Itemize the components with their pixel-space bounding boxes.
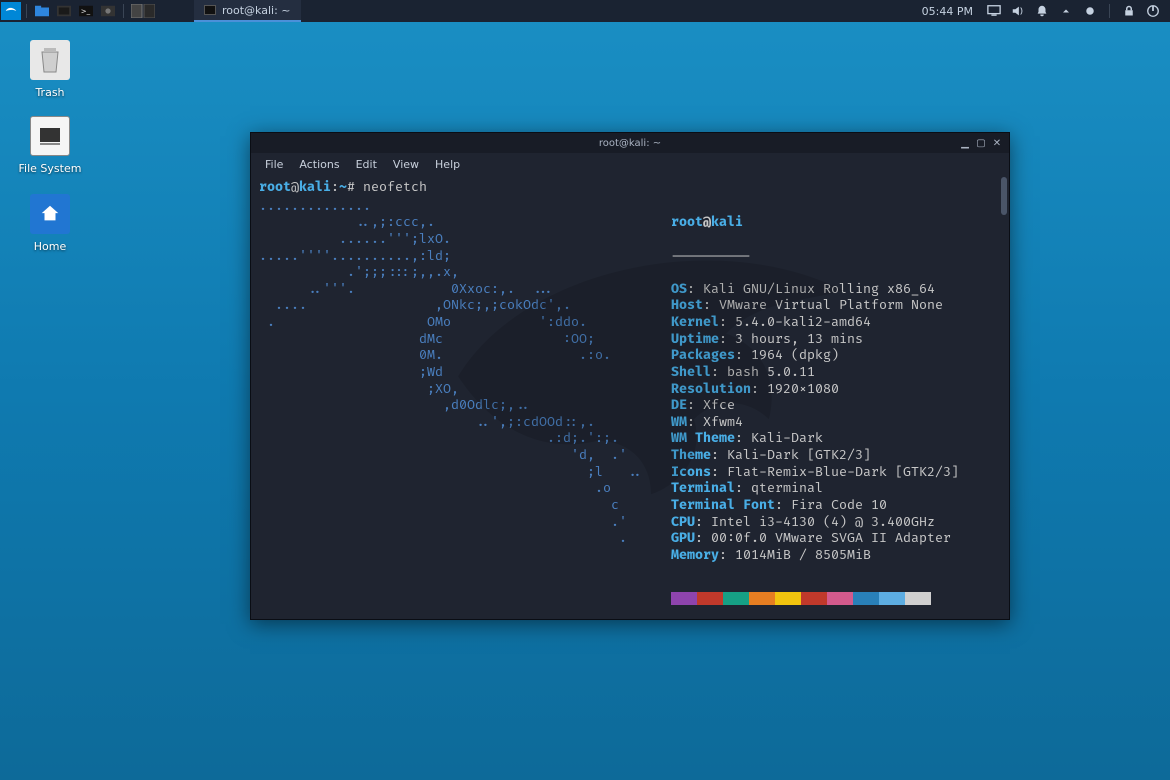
close-button[interactable]: ✕ bbox=[989, 136, 1005, 150]
scrollbar-thumb[interactable] bbox=[1001, 177, 1007, 215]
launcher-files-icon[interactable] bbox=[32, 2, 52, 20]
display-icon[interactable] bbox=[985, 2, 1003, 20]
terminal-window[interactable]: root@kali: ~ ▁ ▢ ✕ File Actions Edit Vie… bbox=[250, 132, 1010, 620]
terminal-body[interactable]: root@kali:~# neofetch .............. ..,… bbox=[251, 175, 1009, 619]
neofetch-row: Resolution: 1920×1080 bbox=[671, 381, 959, 398]
neofetch-output: .............. ..,;:ccc,. ......''';lxO.… bbox=[259, 198, 1001, 619]
minimize-button[interactable]: ▁ bbox=[957, 136, 973, 150]
color-palette bbox=[671, 592, 959, 605]
lock-icon[interactable] bbox=[1120, 2, 1138, 20]
desktop-icon-label: Home bbox=[10, 240, 90, 253]
launcher-misc-icon[interactable] bbox=[98, 2, 118, 20]
color-swatch bbox=[879, 592, 905, 605]
workspace-switcher[interactable] bbox=[129, 2, 157, 20]
neofetch-row: WM Theme: Kali-Dark bbox=[671, 430, 959, 447]
desktop-icon-home[interactable]: Home bbox=[10, 194, 90, 253]
terminal-menubar: File Actions Edit View Help bbox=[251, 153, 1009, 175]
neofetch-row: Packages: 1964 (dpkg) bbox=[671, 347, 959, 364]
desktop-icon-label: Trash bbox=[10, 86, 90, 99]
panel-separator bbox=[123, 4, 124, 18]
taskbar-label: root@kali: ~ bbox=[222, 4, 291, 17]
color-swatch bbox=[827, 592, 853, 605]
menu-edit[interactable]: Edit bbox=[348, 156, 385, 173]
filesystem-icon bbox=[30, 116, 70, 156]
color-swatch bbox=[905, 592, 931, 605]
color-swatch bbox=[723, 592, 749, 605]
clock[interactable]: 05:44 PM bbox=[916, 5, 979, 18]
svg-text:>_: >_ bbox=[81, 8, 91, 16]
home-icon bbox=[30, 194, 70, 234]
menu-file[interactable]: File bbox=[257, 156, 291, 173]
trash-icon bbox=[30, 40, 70, 80]
panel-separator bbox=[26, 4, 27, 18]
neofetch-row: Shell: bash 5.0.11 bbox=[671, 364, 959, 381]
neofetch-row: OS: Kali GNU/Linux Rolling x86_64 bbox=[671, 281, 959, 298]
color-swatch bbox=[697, 592, 723, 605]
color-swatch bbox=[775, 592, 801, 605]
maximize-button[interactable]: ▢ bbox=[973, 136, 989, 150]
notifications-icon[interactable] bbox=[1033, 2, 1051, 20]
neofetch-row: Theme: Kali-Dark [GTK2/3] bbox=[671, 447, 959, 464]
desktop-icon-filesystem[interactable]: File System bbox=[10, 116, 90, 175]
color-swatch bbox=[749, 592, 775, 605]
neofetch-row: WM: Xfwm4 bbox=[671, 414, 959, 431]
window-titlebar[interactable]: root@kali: ~ ▁ ▢ ✕ bbox=[251, 133, 1009, 153]
panel-separator bbox=[1109, 4, 1110, 18]
chevron-up-icon[interactable] bbox=[1057, 2, 1075, 20]
neofetch-row: Kernel: 5.4.0-kali2-amd64 bbox=[671, 314, 959, 331]
prompt-line: root@kali:~# neofetch bbox=[259, 179, 1001, 196]
power-icon[interactable] bbox=[1144, 2, 1162, 20]
desktop[interactable]: Trash File System Home root@kali: ~ ▁ ▢ … bbox=[0, 22, 1170, 780]
color-swatch bbox=[853, 592, 879, 605]
taskbar-terminal-item[interactable]: root@kali: ~ bbox=[194, 0, 301, 22]
neofetch-row: GPU: 00:0f.0 VMware SVGA II Adapter bbox=[671, 530, 959, 547]
neofetch-row: Terminal: qterminal bbox=[671, 480, 959, 497]
launcher-terminal-icon[interactable]: >_ bbox=[76, 2, 96, 20]
applications-menu[interactable] bbox=[1, 2, 21, 20]
neofetch-row: Icons: Flat-Remix-Blue-Dark [GTK2/3] bbox=[671, 464, 959, 481]
neofetch-row: Terminal Font: Fira Code 10 bbox=[671, 497, 959, 514]
window-title: root@kali: ~ bbox=[251, 138, 1009, 149]
menu-help[interactable]: Help bbox=[427, 156, 468, 173]
menu-view[interactable]: View bbox=[385, 156, 427, 173]
neofetch-row: DE: Xfce bbox=[671, 397, 959, 414]
neofetch-row: Memory: 1014MiB / 8505MiB bbox=[671, 547, 959, 564]
top-panel: >_ root@kali: ~ 05:44 PM bbox=[0, 0, 1170, 22]
desktop-icon-label: File System bbox=[10, 162, 90, 175]
neofetch-row: CPU: Intel i3-4130 (4) @ 3.400GHz bbox=[671, 514, 959, 531]
terminal-mini-icon bbox=[204, 5, 216, 15]
color-swatch bbox=[801, 592, 827, 605]
neofetch-info: root@kali ---------- OS: Kali GNU/Linux … bbox=[671, 198, 959, 619]
neofetch-row: Host: VMware Virtual Platform None bbox=[671, 297, 959, 314]
neofetch-row: Uptime: 3 hours, 13 mins bbox=[671, 331, 959, 348]
launcher-browser-icon[interactable] bbox=[54, 2, 74, 20]
desktop-icon-trash[interactable]: Trash bbox=[10, 40, 90, 99]
menu-actions[interactable]: Actions bbox=[291, 156, 347, 173]
record-icon[interactable] bbox=[1081, 2, 1099, 20]
volume-icon[interactable] bbox=[1009, 2, 1027, 20]
ascii-art: .............. ..,;:ccc,. ......''';lxO.… bbox=[259, 198, 643, 619]
color-swatch bbox=[671, 592, 697, 605]
